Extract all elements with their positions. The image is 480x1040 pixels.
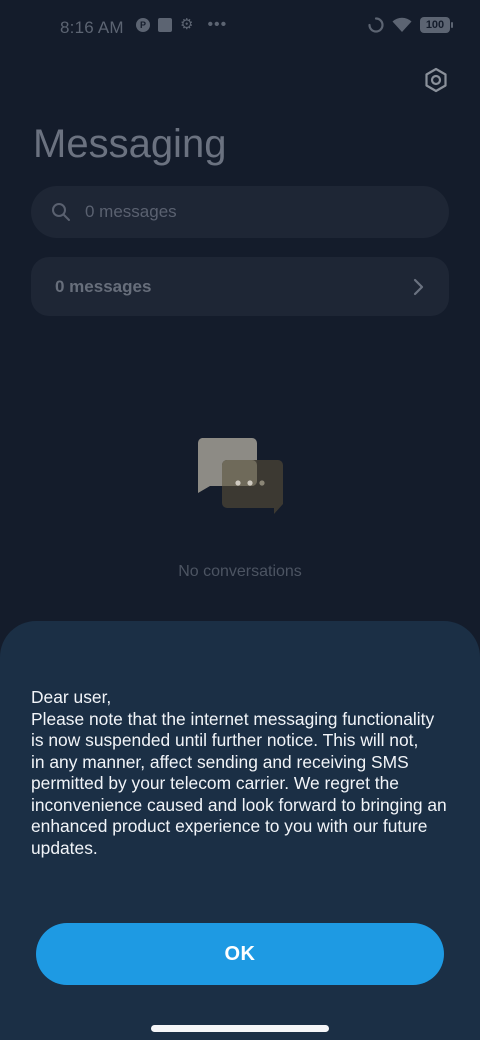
ok-button[interactable]: OK [36,923,444,985]
settings-button[interactable] [420,64,452,96]
battery-level: 100 [425,19,445,31]
messages-row[interactable]: 0 messages [31,257,449,316]
more-dots-icon: ••• [207,16,228,33]
notification-badge-icon: P [136,18,150,32]
search-icon [52,203,70,221]
notice-line: inconvenience caused and look forward to… [31,794,447,815]
notice-bottom-sheet: Dear user, Please note that the internet… [0,621,480,1040]
notice-message: Dear user, Please note that the internet… [31,687,461,859]
chat-bubbles-icon [197,438,283,514]
notice-line: permitted by your telecom carrier. We re… [31,773,399,793]
chevron-right-icon [413,278,424,295]
status-time: 8:16 AM [60,18,124,37]
search-bar[interactable] [31,186,449,238]
status-bar: 8:16 AM P ⚙ ••• 100 [0,0,480,56]
notice-line: is now suspended until further notice. T… [31,730,419,750]
loading-spinner-icon [368,17,384,33]
home-indicator[interactable] [151,1025,329,1032]
settings-hexagon-icon [425,67,447,93]
battery-icon: 100 [420,17,453,33]
settings-gear-icon: ⚙ [180,16,194,33]
app-square-icon [158,18,172,32]
page-title: Messaging [33,122,227,166]
wifi-icon [392,17,412,32]
notice-line: Please note that the internet messaging … [31,708,435,729]
notice-line: in any manner, affect sending and receiv… [31,751,409,772]
messages-row-label: 0 messages [55,276,152,296]
messaging-screen: 8:16 AM P ⚙ ••• 100 Messaging 0 messages… [0,0,480,1040]
notice-line: updates. [31,837,98,858]
status-icons-left: P ⚙ ••• [136,16,228,33]
empty-state-text: No conversations [178,563,302,580]
search-input[interactable] [83,201,407,223]
status-icons-right: 100 [368,17,453,33]
notice-line: Dear user, [31,687,112,707]
notice-line: enhanced product experience to you with … [31,816,428,836]
